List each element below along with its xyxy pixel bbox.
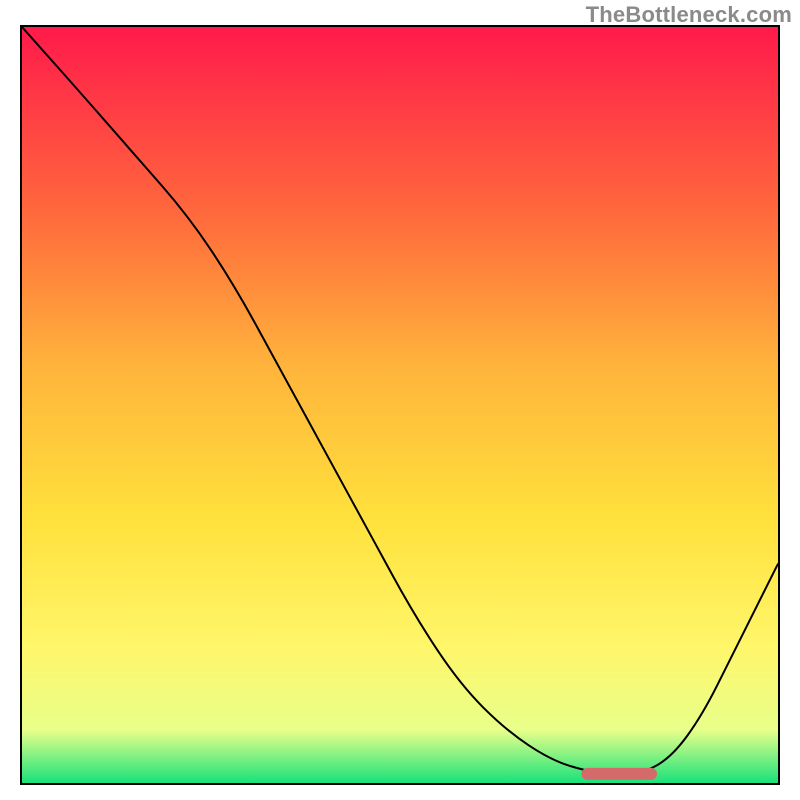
chart-svg <box>22 27 778 783</box>
chart-container: TheBottleneck.com <box>0 0 800 800</box>
plot-frame <box>20 25 780 785</box>
gradient-background <box>22 27 778 783</box>
minima-marker <box>581 768 657 780</box>
